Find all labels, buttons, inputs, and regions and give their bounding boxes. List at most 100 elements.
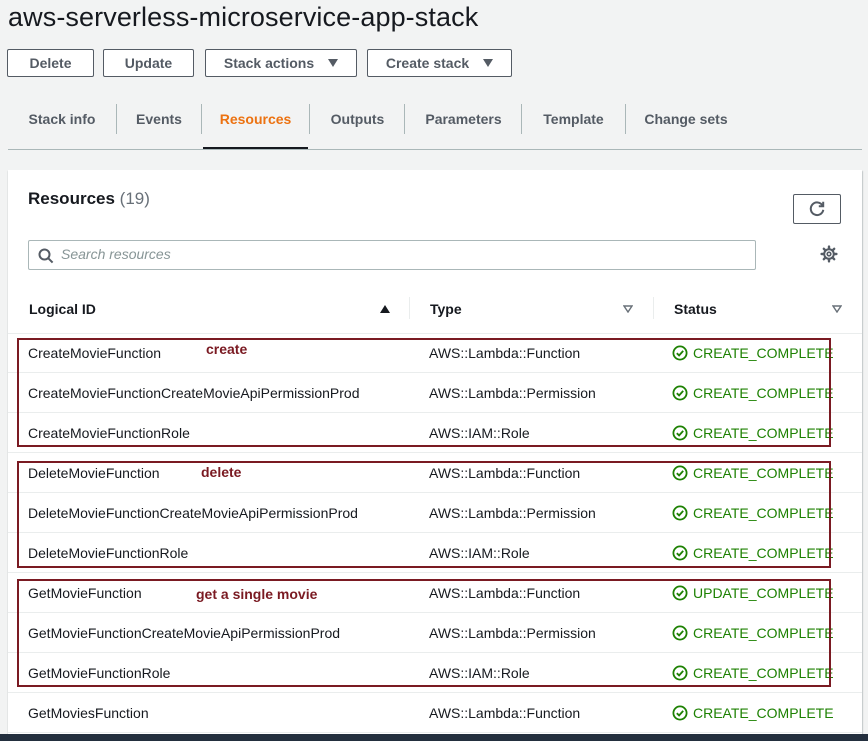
logical-id-cell[interactable]: DeleteMovieFunctionCreateMovieApiPermiss… bbox=[28, 493, 358, 533]
check-circle-icon bbox=[672, 345, 688, 361]
table-header: Logical ID Type Status bbox=[8, 285, 862, 334]
panel-title-text: Resources bbox=[28, 189, 115, 208]
tab-bar: Stack info Events Resources Outputs Para… bbox=[8, 104, 862, 150]
tab-stack-info[interactable]: Stack info bbox=[8, 104, 116, 149]
type-cell: AWS::IAM::Role bbox=[429, 425, 530, 441]
sort-ascending-icon bbox=[380, 305, 390, 313]
table-row[interactable]: GetMovieFunctionRole AWS::IAM::Role CREATE… bbox=[8, 653, 862, 693]
status-cell: CREATE_COMPLETE bbox=[672, 373, 834, 413]
status-text: CREATE_COMPLETE bbox=[693, 625, 834, 641]
search-input[interactable] bbox=[61, 246, 741, 262]
status-cell: CREATE_COMPLETE bbox=[672, 453, 834, 493]
tab-label: Resources bbox=[219, 111, 292, 127]
tab-label: Change sets bbox=[644, 111, 728, 127]
table-row[interactable]: GetMovieFunctionCreateMovieApiPermission… bbox=[8, 613, 862, 653]
check-circle-icon bbox=[672, 505, 688, 521]
column-header-type[interactable]: Type bbox=[430, 285, 640, 333]
status-text: CREATE_COMPLETE bbox=[693, 505, 834, 521]
panel-title: Resources (19) bbox=[28, 189, 150, 209]
check-circle-icon bbox=[672, 705, 688, 721]
sort-unsorted-icon bbox=[623, 305, 633, 313]
column-divider bbox=[409, 297, 410, 319]
type-cell: AWS::Lambda::Function bbox=[429, 345, 581, 361]
status-cell: CREATE_COMPLETE bbox=[672, 493, 834, 533]
logical-id-cell[interactable]: GetMovieFunctionCreateMovieApiPermission… bbox=[28, 613, 340, 653]
tab-change-sets[interactable]: Change sets bbox=[626, 104, 746, 149]
check-circle-icon bbox=[672, 465, 688, 481]
check-circle-icon bbox=[672, 625, 688, 641]
logical-id-cell[interactable]: GetMoviesFunction bbox=[28, 693, 149, 733]
tab-resources[interactable]: Resources bbox=[203, 104, 308, 149]
status-cell: CREATE_COMPLETE bbox=[672, 693, 834, 733]
column-header-label: Logical ID bbox=[29, 301, 96, 317]
column-header-logical-id[interactable]: Logical ID bbox=[29, 285, 399, 333]
logical-id-cell[interactable]: GetMovieFunctionRole bbox=[28, 653, 170, 693]
tab-label: Stack info bbox=[28, 111, 96, 127]
column-header-status[interactable]: Status bbox=[674, 285, 854, 333]
create-stack-button[interactable]: Create stack bbox=[367, 49, 512, 77]
table-row[interactable]: GetMoviesFunction AWS::Lambda::Function CR… bbox=[8, 693, 862, 733]
update-button[interactable]: Update bbox=[103, 49, 194, 77]
tab-label: Outputs bbox=[330, 111, 385, 127]
annotation-label-get-single: get a single movie bbox=[196, 586, 318, 602]
status-text: CREATE_COMPLETE bbox=[693, 545, 834, 561]
stack-actions-button[interactable]: Stack actions bbox=[205, 49, 357, 77]
type-cell: AWS::IAM::Role bbox=[429, 545, 530, 561]
tab-divider bbox=[201, 104, 202, 134]
type-cell: AWS::Lambda::Function bbox=[429, 705, 581, 721]
page-title: aws-serverless-microservice-app-stack bbox=[8, 2, 479, 32]
table-row[interactable]: DeleteMovieFunctionRole AWS::IAM::Role CRE… bbox=[8, 533, 862, 573]
status-cell: CREATE_COMPLETE bbox=[672, 613, 834, 653]
type-cell: AWS::Lambda::Function bbox=[429, 465, 581, 481]
gear-icon[interactable] bbox=[820, 245, 838, 263]
status-text: CREATE_COMPLETE bbox=[693, 385, 834, 401]
logical-id-cell[interactable]: DeleteMovieFunctionRole bbox=[28, 533, 188, 573]
status-cell: CREATE_COMPLETE bbox=[672, 333, 834, 373]
status-text: CREATE_COMPLETE bbox=[693, 345, 834, 361]
status-text: CREATE_COMPLETE bbox=[693, 705, 834, 721]
logical-id-cell[interactable]: GetMovieFunction bbox=[28, 573, 142, 613]
caret-down-icon bbox=[483, 59, 494, 67]
column-header-label: Status bbox=[674, 301, 717, 317]
tab-template[interactable]: Template bbox=[522, 104, 625, 149]
type-cell: AWS::Lambda::Permission bbox=[429, 625, 596, 641]
type-cell: AWS::Lambda::Permission bbox=[429, 505, 596, 521]
annotation-label-create: create bbox=[206, 341, 248, 357]
check-circle-icon bbox=[672, 385, 688, 401]
table-row[interactable]: CreateMovieFunction AWS::Lambda::Function… bbox=[8, 333, 862, 373]
resource-count: (19) bbox=[119, 189, 150, 208]
annotation-label-delete: delete bbox=[201, 464, 242, 480]
refresh-button[interactable] bbox=[793, 194, 841, 224]
tab-label: Events bbox=[136, 111, 182, 127]
table-row[interactable]: DeleteMovieFunctionCreateMovieApiPermiss… bbox=[8, 493, 862, 533]
tab-label: Template bbox=[543, 111, 604, 127]
table-row[interactable]: GetMovieFunction AWS::Lambda::Function UPD… bbox=[8, 573, 862, 613]
update-button-label: Update bbox=[124, 55, 173, 71]
logical-id-cell[interactable]: DeleteMovieFunction bbox=[28, 453, 160, 493]
logical-id-cell[interactable]: CreateMovieFunctionRole bbox=[28, 413, 190, 453]
tab-parameters[interactable]: Parameters bbox=[405, 104, 522, 149]
status-text: CREATE_COMPLETE bbox=[693, 665, 834, 681]
table-row[interactable]: CreateMovieFunctionCreateMovieApiPermiss… bbox=[8, 373, 862, 413]
status-text: CREATE_COMPLETE bbox=[693, 465, 834, 481]
create-stack-label: Create stack bbox=[385, 55, 470, 71]
status-cell: CREATE_COMPLETE bbox=[672, 413, 834, 453]
tab-outputs[interactable]: Outputs bbox=[310, 104, 405, 149]
type-cell: AWS::Lambda::Function bbox=[429, 585, 581, 601]
logical-id-cell[interactable]: CreateMovieFunction bbox=[28, 333, 161, 373]
sort-unsorted-icon bbox=[832, 305, 842, 313]
type-cell: AWS::Lambda::Permission bbox=[429, 385, 596, 401]
column-divider bbox=[653, 297, 654, 319]
search-field[interactable] bbox=[28, 240, 756, 270]
delete-button[interactable]: Delete bbox=[7, 49, 94, 77]
delete-button-label: Delete bbox=[29, 55, 72, 71]
check-circle-icon bbox=[672, 665, 688, 681]
stack-actions-label: Stack actions bbox=[223, 55, 315, 71]
status-cell: UPDATE_COMPLETE bbox=[672, 573, 834, 613]
table-row[interactable]: CreateMovieFunctionRole AWS::IAM::Role CRE… bbox=[8, 413, 862, 453]
tab-events[interactable]: Events bbox=[117, 104, 201, 149]
table-row[interactable]: DeleteMovieFunction AWS::Lambda::Function… bbox=[8, 453, 862, 493]
logical-id-cell[interactable]: CreateMovieFunctionCreateMovieApiPermiss… bbox=[28, 373, 359, 413]
refresh-icon bbox=[809, 201, 825, 217]
footer-bar bbox=[0, 734, 868, 741]
